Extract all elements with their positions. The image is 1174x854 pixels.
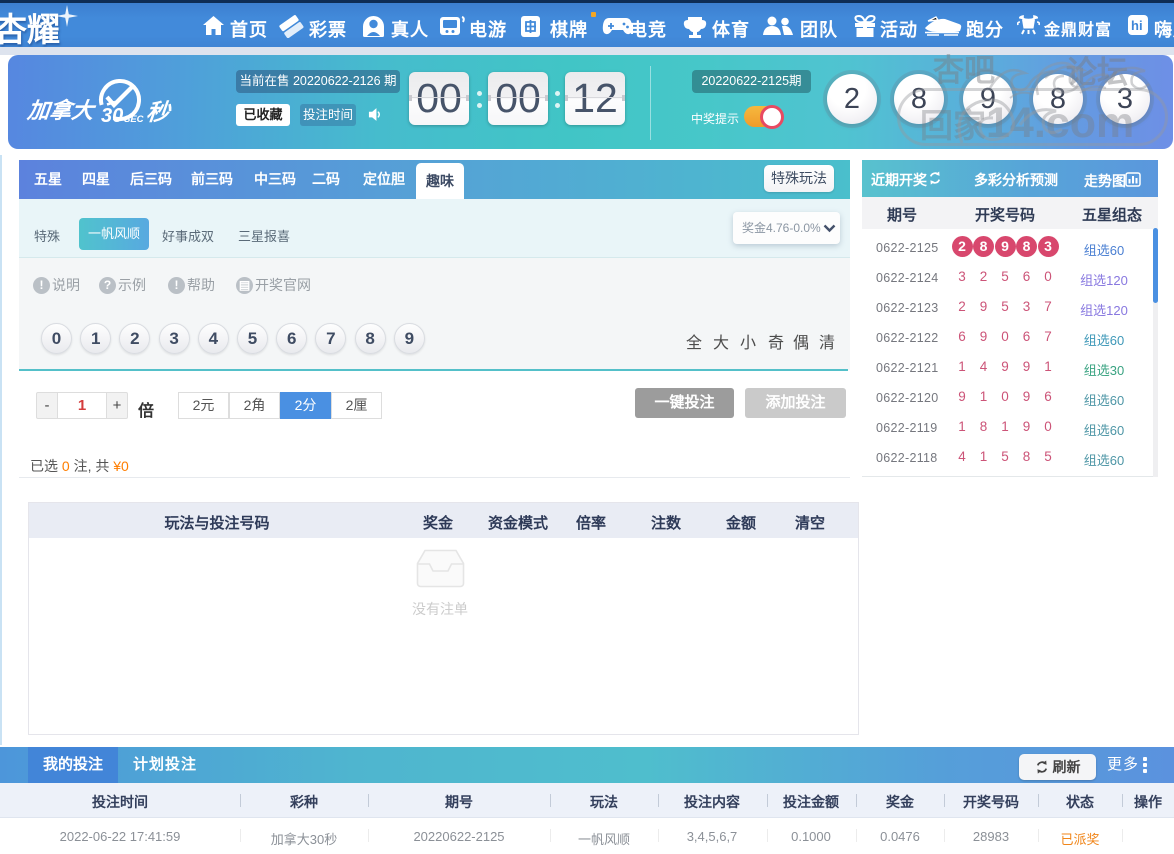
svg-text:加拿大: 加拿大: [25, 98, 98, 123]
svg-text:30: 30: [101, 105, 123, 127]
svg-text:hi: hi: [1131, 18, 1143, 33]
svg-text:秒: 秒: [145, 99, 173, 125]
